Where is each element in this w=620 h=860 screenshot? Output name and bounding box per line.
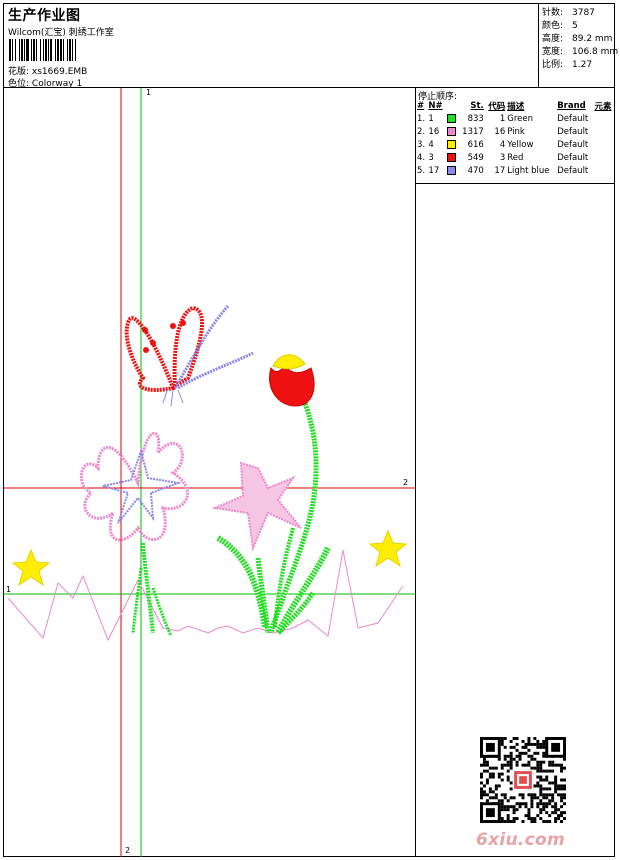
pink-flower	[79, 432, 189, 542]
table-row: 1. 1 833 1 Green Default	[416, 112, 615, 125]
stat-colors: 颜色: 5	[542, 21, 578, 31]
row-n: 4	[428, 139, 434, 150]
row-element	[594, 164, 616, 177]
stop-sequence-panel: 停止顺序: # N# St. 代码 描述 Brand 元素 1. 1 833 1 Gre…	[416, 88, 615, 184]
row-n: 16	[428, 126, 440, 137]
guide-label-green-top: 1	[146, 88, 152, 97]
studio-name: Wilcom(汇宝) 刺绣工作室	[8, 28, 114, 38]
row-code: 1	[499, 113, 506, 124]
qr-code	[480, 737, 566, 823]
stem-left-2	[151, 587, 173, 637]
table-row: 2. 16 1317 16 Pink Default	[416, 125, 615, 138]
row-brand: Default	[557, 152, 589, 163]
stats-panel: 针数: 3787 颜色: 5 高度: 89.2 mm 宽度: 106.8 mm 比例: 1…	[539, 3, 619, 88]
row-n: 17	[428, 165, 440, 176]
row-st: 470	[467, 165, 484, 176]
ground-zigzag	[7, 549, 404, 642]
col-n: N#	[428, 101, 443, 111]
guide-label-red-bottom: 2	[125, 846, 131, 855]
table-row: 3. 4 616 4 Yellow Default	[416, 138, 615, 151]
table-header-row: # N# St. 代码 描述 Brand 元素	[416, 100, 615, 112]
row-brand: Default	[557, 113, 589, 124]
row-element	[594, 151, 616, 164]
color-swatch	[446, 113, 456, 123]
stat-width: 宽度: 106.8 mm	[542, 47, 619, 57]
row-st: 1317	[462, 126, 484, 137]
stem-left	[141, 542, 155, 634]
color-swatch	[446, 126, 456, 136]
butterfly	[124, 304, 254, 407]
stop-sequence-table: # N# St. 代码 描述 Brand 元素 1. 1 833 1 Green Defa…	[416, 100, 615, 177]
row-seq: 1.	[417, 113, 426, 124]
table-row: 4. 3 549 3 Red Default	[416, 151, 615, 164]
row-desc: Yellow	[507, 139, 534, 150]
row-brand: Default	[557, 165, 589, 176]
row-n: 3	[428, 152, 434, 163]
row-desc: Pink	[507, 126, 525, 137]
header-panel: 生产作业图 Wilcom(汇宝) 刺绣工作室 花版: xs1669.EMB 色位…	[3, 3, 539, 89]
row-seq: 3.	[417, 139, 426, 150]
row-st: 833	[467, 113, 484, 124]
col-seq: #	[417, 101, 425, 111]
row-seq: 2.	[417, 126, 426, 137]
row-desc: Red	[507, 152, 524, 163]
yellow-star-right	[368, 529, 408, 568]
row-code: 4	[499, 139, 506, 150]
watermark-logo: 6xiu.com	[476, 830, 566, 850]
row-seq: 5.	[417, 165, 426, 176]
row-element	[594, 125, 616, 138]
row-n: 1	[428, 113, 434, 124]
row-brand: Default	[557, 126, 589, 137]
row-swatch	[446, 151, 458, 164]
row-desc: Green	[507, 113, 533, 124]
table-row: 5. 17 470 17 Light blue Default	[416, 164, 615, 177]
row-swatch	[446, 112, 458, 125]
row-desc: Light blue	[507, 165, 550, 176]
row-swatch	[446, 164, 458, 177]
embroidery-preview	[3, 88, 415, 857]
row-element	[594, 138, 616, 151]
barcode	[9, 39, 131, 61]
guide-label-red-right: 2	[403, 478, 409, 487]
stat-scale: 比例: 1.27	[542, 60, 593, 70]
tulip-yellow-tip	[272, 354, 306, 370]
stat-height: 高度: 89.2 mm	[542, 34, 613, 44]
color-swatch	[446, 152, 456, 162]
design-canvas[interactable]: 1 2 1 2	[3, 88, 416, 857]
col-st: St.	[470, 101, 484, 111]
row-element	[594, 112, 616, 125]
stat-stitches: 针数: 3787	[542, 8, 595, 18]
row-swatch	[446, 125, 458, 138]
col-brand: Brand	[557, 101, 586, 111]
col-code: 代码	[488, 102, 506, 112]
yellow-star-left	[11, 548, 51, 587]
col-swatch	[446, 100, 458, 112]
row-st: 549	[467, 152, 484, 163]
row-brand: Default	[557, 139, 589, 150]
guide-label-green-left: 1	[6, 585, 12, 594]
row-st: 616	[467, 139, 484, 150]
pink-star-flower	[211, 461, 302, 552]
row-seq: 4.	[417, 152, 426, 163]
row-code: 16	[494, 126, 506, 137]
row-code: 17	[494, 165, 506, 176]
color-swatch	[446, 165, 456, 175]
color-swatch	[446, 139, 456, 149]
row-swatch	[446, 138, 458, 151]
red-tulip	[269, 365, 315, 407]
col-desc: 描述	[507, 102, 525, 112]
leaf-1	[216, 535, 268, 629]
page-title: 生产作业图	[8, 8, 81, 24]
stem-left-3	[131, 567, 143, 634]
row-code: 3	[499, 152, 506, 163]
col-element: 元素	[594, 102, 612, 112]
